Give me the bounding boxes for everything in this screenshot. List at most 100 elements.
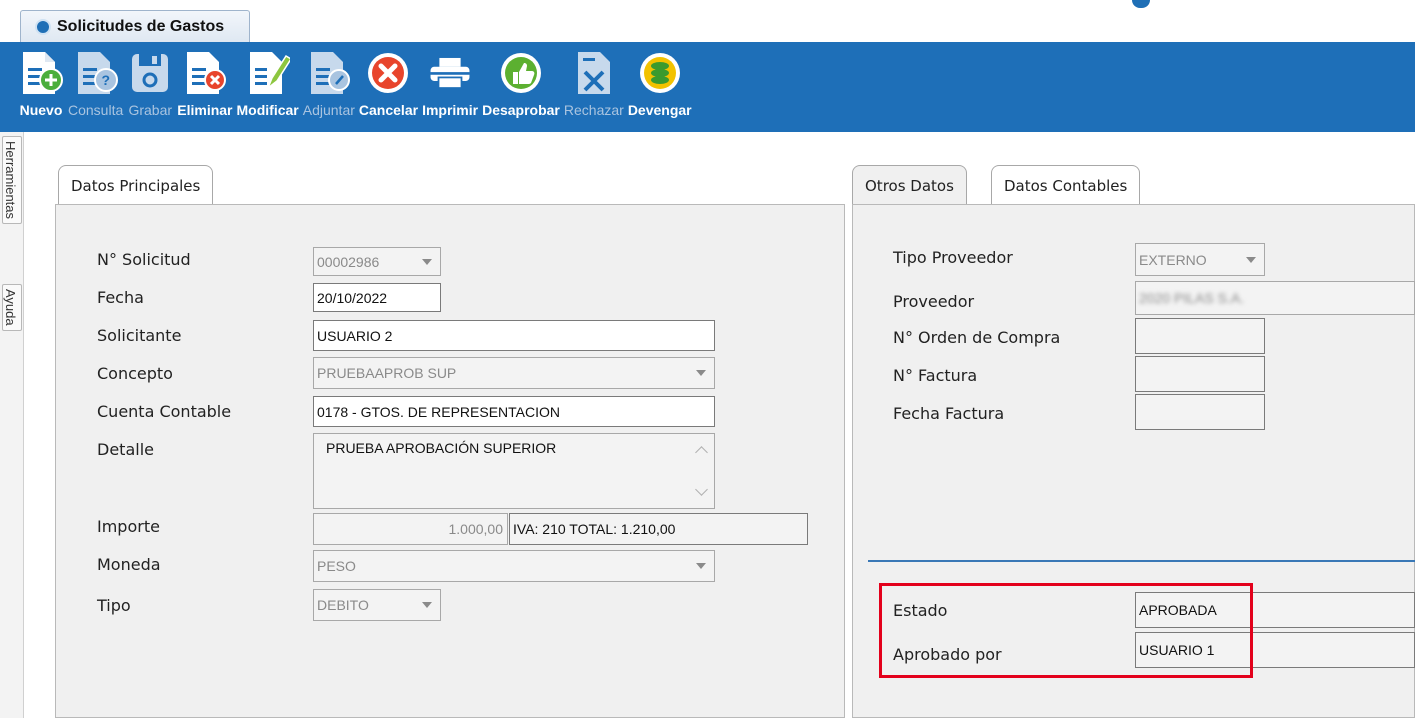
imprimir-label: Imprimir (422, 102, 479, 118)
detalle-label: Detalle (97, 440, 154, 459)
save-icon (127, 50, 173, 96)
orden-compra-label: N° Orden de Compra (893, 328, 1061, 347)
chevron-down-icon (1246, 256, 1256, 263)
chevron-down-icon (696, 370, 706, 376)
imprimir-button[interactable]: Imprimir (422, 42, 478, 132)
chevron-down-icon (696, 563, 706, 569)
cancelar-button[interactable]: Cancelar (359, 42, 418, 132)
fecha-factura-field[interactable] (1135, 394, 1265, 430)
importe-field[interactable]: 1.000,00 (313, 513, 508, 545)
coins-icon (637, 50, 683, 96)
proveedor-label: Proveedor (893, 292, 975, 311)
tab-otros-datos-label: Otros Datos (865, 176, 954, 195)
printer-icon (427, 50, 473, 96)
cuenta-contable-label: Cuenta Contable (97, 402, 232, 421)
iva-total-value: IVA: 210 TOTAL: 1.210,00 (513, 521, 676, 537)
factura-label: N° Factura (893, 366, 978, 385)
app-tab-icon (35, 18, 51, 35)
doc-edit-icon (245, 50, 291, 96)
scroll-down-icon[interactable] (695, 483, 708, 496)
tipo-label: Tipo (97, 596, 131, 615)
ayuda-side-tab[interactable]: Ayuda (2, 284, 22, 331)
tipo-value: DEBITO (317, 597, 369, 613)
orden-compra-field[interactable] (1135, 318, 1265, 354)
doc-reject-icon (571, 50, 617, 96)
desaprobar-label: Desaprobar (482, 102, 560, 118)
tab-datos-contables-label: Datos Contables (1004, 176, 1128, 195)
tipo-proveedor-label: Tipo Proveedor (893, 248, 1013, 267)
adjuntar-label: Adjuntar (302, 102, 355, 118)
section-divider (868, 560, 1415, 562)
herramientas-side-tab[interactable]: Herramientas (2, 136, 22, 225)
fecha-field[interactable]: 20/10/2022 (313, 283, 441, 312)
importe-value: 1.000,00 (448, 521, 504, 537)
tipo-proveedor-select[interactable]: EXTERNO (1135, 243, 1265, 276)
nuevo-label: Nuevo (19, 102, 63, 118)
consulta-label: Consulta (68, 102, 124, 118)
eliminar-button[interactable]: Eliminar (177, 42, 233, 132)
detalle-scrollbar[interactable] (690, 434, 714, 508)
window-tab[interactable]: Solicitudes de Gastos (20, 10, 250, 42)
ayuda-label: Ayuda (3, 289, 18, 326)
importe-label: Importe (97, 517, 160, 536)
factura-field[interactable] (1135, 356, 1265, 392)
detalle-value: PRUEBA APROBACIÓN SUPERIOR (326, 440, 557, 456)
side-tabs-strip: Herramientas Ayuda (0, 132, 24, 718)
concepto-label: Concepto (97, 364, 173, 383)
tab-datos-principales-label: Datos Principales (71, 176, 201, 195)
window-tab-bar: Solicitudes de Gastos (0, 0, 1415, 42)
doc-delete-icon (182, 50, 228, 96)
grabar-label: Grabar (128, 102, 173, 118)
window-tab-title: Solicitudes de Gastos (57, 17, 225, 35)
detalle-textarea[interactable]: PRUEBA APROBACIÓN SUPERIOR (313, 433, 715, 509)
scroll-up-icon[interactable] (695, 446, 708, 459)
moneda-value: PESO (317, 558, 356, 574)
tab-datos-contables[interactable]: Datos Contables (991, 165, 1141, 205)
desaprobar-button[interactable]: Desaprobar (482, 42, 560, 132)
highlight-box (879, 583, 1253, 678)
chevron-down-icon (422, 258, 432, 265)
fecha-value: 20/10/2022 (317, 289, 388, 306)
eliminar-label: Eliminar (177, 102, 233, 118)
consulta-button[interactable]: ? Consulta (68, 42, 123, 132)
modificar-label: Modificar (236, 102, 299, 118)
concepto-value: PRUEBAAPROB SUP (317, 365, 457, 381)
fecha-factura-label: Fecha Factura (893, 404, 1005, 423)
grabar-button[interactable]: Grabar (127, 42, 173, 132)
devengar-label: Devengar (627, 102, 692, 118)
proveedor-field[interactable]: 2020 PILAS S.A. (1135, 281, 1415, 315)
nuevo-button[interactable]: Nuevo (18, 42, 64, 132)
solicitud-select[interactable]: 00002986 (313, 247, 441, 276)
concepto-select[interactable]: PRUEBAAPROB SUP (313, 357, 715, 389)
doc-query-icon: ? (73, 50, 119, 96)
moneda-select[interactable]: PESO (313, 550, 715, 582)
solicitud-label: N° Solicitud (97, 250, 191, 269)
cancel-icon (365, 50, 411, 96)
solicitud-value: 00002986 (317, 253, 380, 270)
rechazar-label: Rechazar (563, 102, 624, 118)
thumbs-icon (498, 50, 544, 96)
solicitante-value: USUARIO 2 (317, 327, 393, 344)
brand-corner-mark (1132, 0, 1150, 8)
tipo-select[interactable]: DEBITO (313, 589, 441, 621)
moneda-label: Moneda (97, 555, 161, 574)
tipo-proveedor-value: EXTERNO (1139, 251, 1207, 268)
iva-total-field: IVA: 210 TOTAL: 1.210,00 (509, 513, 808, 545)
adjuntar-button[interactable]: Adjuntar (303, 42, 355, 132)
cuenta-contable-value: 0178 - GTOS. DE REPRESENTACION (317, 403, 560, 420)
tab-datos-principales[interactable]: Datos Principales (58, 165, 214, 205)
proveedor-value: 2020 PILAS S.A. (1139, 290, 1245, 306)
devengar-button[interactable]: Devengar (628, 42, 692, 132)
tab-otros-datos[interactable]: Otros Datos (852, 165, 967, 205)
solicitante-label: Solicitante (97, 326, 182, 345)
cuenta-contable-field[interactable]: 0178 - GTOS. DE REPRESENTACION (313, 396, 715, 427)
doc-attach-icon (306, 50, 352, 96)
herramientas-label: Herramientas (3, 141, 18, 220)
rechazar-button[interactable]: Rechazar (564, 42, 624, 132)
doc-add-icon (18, 50, 64, 96)
chevron-down-icon (422, 602, 432, 608)
main-toolbar: Nuevo ? Consulta Grabar Eliminar Modific… (0, 42, 1415, 132)
solicitante-field[interactable]: USUARIO 2 (313, 320, 715, 351)
modificar-button[interactable]: Modificar (237, 42, 299, 132)
cancelar-label: Cancelar (358, 102, 419, 118)
